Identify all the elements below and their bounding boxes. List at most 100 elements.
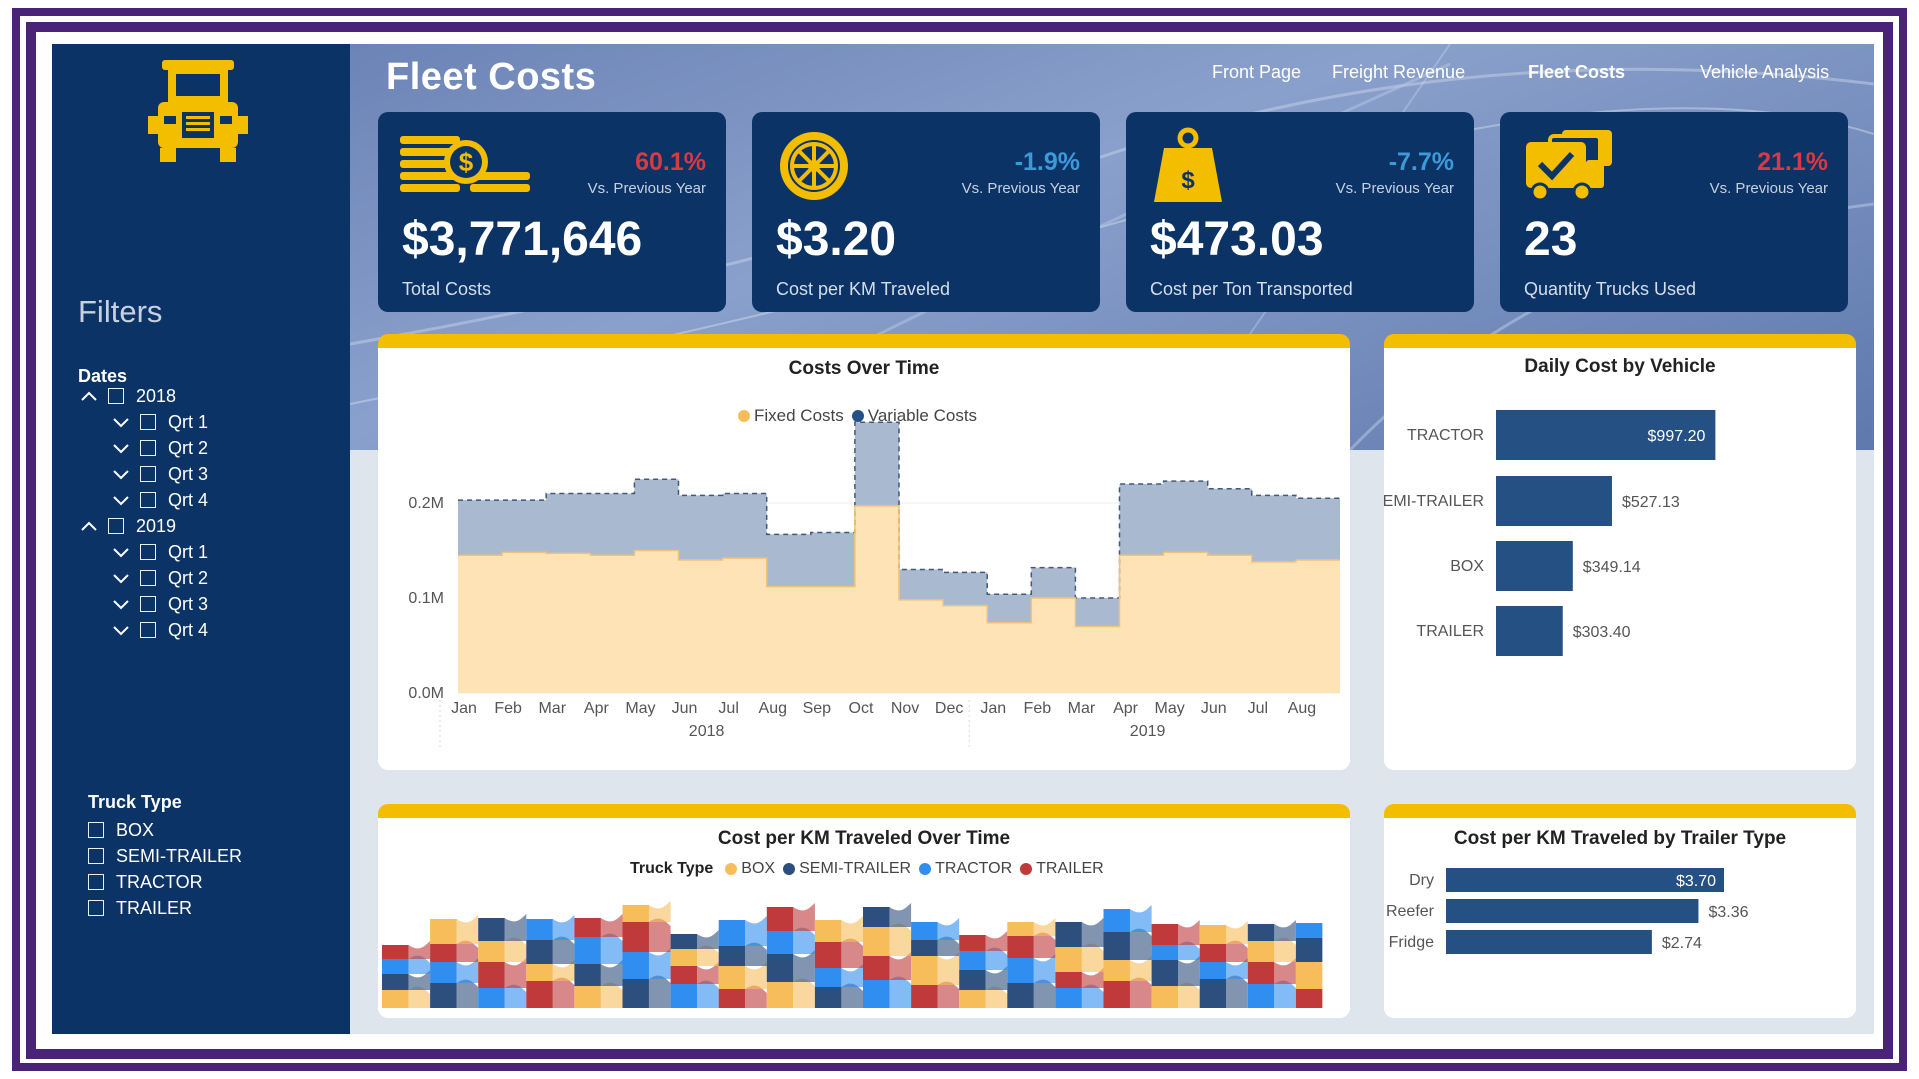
nav-vehicle-analysis[interactable]: Vehicle Analysis [1700,62,1829,83]
ribbon-segment [814,942,842,968]
weight-dollar-icon: $ [1154,127,1222,202]
nav-fleet-costs[interactable]: Fleet Costs [1528,62,1625,83]
tree-quarter-2019-1[interactable]: Qrt 1 [110,540,208,564]
checkbox[interactable] [108,388,124,404]
bar-box [1496,541,1573,591]
checkbox[interactable] [88,874,104,890]
kpi-value: $3,771,646 [402,213,643,266]
x-group-label: 2018 [689,723,725,740]
ribbon-connector [937,918,960,940]
truck-type-semi-trailer[interactable]: SEMI-TRAILER [88,844,242,868]
daily-cost-card[interactable]: Daily Cost by Vehicle TRACTOR$997.20SEMI… [1384,334,1856,770]
ribbon-segment [959,970,986,990]
chevron-down-icon[interactable] [110,619,132,641]
ribbon-connector [456,979,479,1008]
ribbon-segment [911,985,938,1008]
ribbon-connector [1033,918,1056,936]
checkbox[interactable] [140,570,156,586]
truck-type-label: TRACTOR [116,871,203,892]
checkbox[interactable] [140,596,156,612]
chevron-up-icon[interactable] [78,385,100,407]
kpi-total-costs: $ 60.1% Vs. Previous Year $3,771,646 Tot… [378,112,726,312]
costs-over-time-chart: 0.0M 0.1M 0.2M Jan Feb Mar Apr May Jun Jul Aug Sep O… [408,421,1340,748]
checkbox[interactable] [88,848,104,864]
cost-km-time-card[interactable]: Cost per KM Traveled Over Time Truck Typ… [378,804,1350,1018]
checkbox[interactable] [140,440,156,456]
tree-quarter-2018-4[interactable]: Qrt 4 [110,488,208,512]
tree-year-2018[interactable]: 2018 [78,384,176,408]
bar-reefer [1446,899,1699,923]
y-tick-label: 0.1M [408,590,444,607]
tree-quarter-label: Qrt 3 [168,593,209,614]
checkbox[interactable] [108,518,124,534]
ribbon-segment [574,986,601,1008]
ribbon-segment [382,959,409,974]
x-tick-label: May [625,700,655,717]
chevron-up-icon[interactable] [78,515,100,537]
ribbon-segment [959,951,986,970]
costs-over-time-card[interactable]: Costs Over Time Fixed Costs Variable Cos… [378,334,1350,770]
x-tick-label: Jun [1201,700,1227,717]
tree-quarter-label: Qrt 4 [168,489,209,510]
chevron-down-icon[interactable] [110,489,132,511]
bar-fridge [1446,930,1652,954]
ribbon-segment [863,907,890,927]
nav-front-page[interactable]: Front Page [1212,62,1301,83]
tree-quarter-2018-1[interactable]: Qrt 1 [110,410,208,434]
chevron-down-icon[interactable] [110,593,132,615]
tree-quarter-2019-2[interactable]: Qrt 2 [110,566,208,590]
bar-value-label: $349.14 [1583,559,1641,576]
kpi-cost-per-ton: $ -7.7% Vs. Previous Year $473.03 Cost p… [1126,112,1474,312]
tree-year-label: 2018 [136,385,177,406]
kpi-value: 23 [1524,213,1578,266]
kpi-vs-label: Vs. Previous Year [961,180,1080,197]
chevron-down-icon[interactable] [110,411,132,433]
chevron-down-icon[interactable] [110,541,132,563]
checkbox[interactable] [88,822,104,838]
ribbon-connector [1033,954,1056,983]
checkbox[interactable] [140,414,156,430]
ribbon-segment [814,968,842,987]
ribbon-connector [1226,975,1248,1008]
tree-quarter-2019-4[interactable]: Qrt 4 [110,618,208,642]
tree-quarter-2019-3[interactable]: Qrt 3 [110,592,208,616]
ribbon-segment [1151,945,1179,960]
svg-text:$: $ [459,147,474,177]
ribbon-connector [793,978,815,1008]
checkbox[interactable] [88,900,104,916]
ribbon-connector [889,952,912,980]
cost-km-trailer-card[interactable]: Cost per KM Traveled by Trailer Type Dry… [1384,804,1856,1018]
ribbon-segment [766,931,794,954]
ribbon-segment [478,962,505,988]
ribbon-segment [766,954,794,982]
checkbox[interactable] [140,544,156,560]
chevron-down-icon[interactable] [110,437,132,459]
checkbox[interactable] [140,622,156,638]
ribbon-segment [670,934,698,949]
ribbon-segment [1295,989,1323,1008]
checkbox[interactable] [140,492,156,508]
ribbon-segment [1199,979,1227,1008]
kpi-label: Cost per Ton Transported [1150,279,1353,299]
kpi-delta: 21.1% [1757,148,1828,176]
tree-year-2019[interactable]: 2019 [78,514,176,538]
tree-quarter-2018-2[interactable]: Qrt 2 [110,436,208,460]
chevron-down-icon[interactable] [110,463,132,485]
ribbon-connector [408,941,431,959]
tree-quarter-2018-3[interactable]: Qrt 3 [110,462,208,486]
sidebar: Filters Dates 2018 Qrt 1 Qrt 2 Qrt 3 Qrt 4 20… [52,44,350,1034]
bar-value-label: $997.20 [1648,428,1706,445]
bar-trailer [1496,606,1563,656]
y-tick-label: 0.0M [408,685,444,702]
ribbon-connector [1081,943,1104,972]
nav-freight-revenue[interactable]: Freight Revenue [1332,62,1465,83]
ribbon-segment [382,990,409,1008]
chevron-down-icon[interactable] [110,567,132,589]
truck-type-tractor[interactable]: TRACTOR [88,870,203,894]
truck-type-trailer[interactable]: TRAILER [88,896,192,920]
ribbon-connector [745,916,767,946]
category-label: SEMI-TRAILER [1384,493,1484,510]
x-tick-label: Apr [1113,700,1139,717]
checkbox[interactable] [140,466,156,482]
truck-type-box[interactable]: BOX [88,818,154,842]
